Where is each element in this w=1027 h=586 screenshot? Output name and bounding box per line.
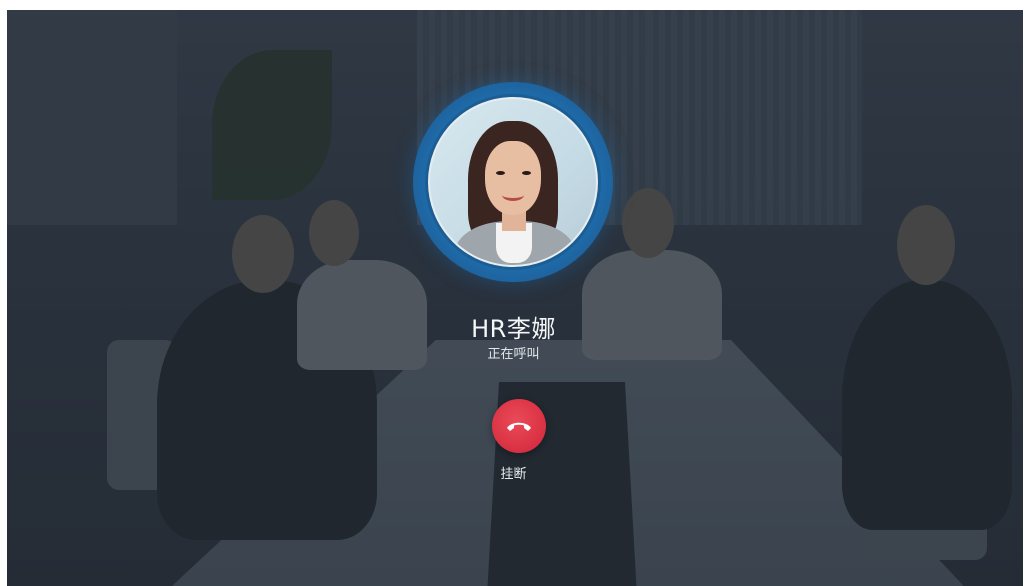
phone-hangup-icon [507,422,531,431]
avatar-ring [413,82,613,282]
avatar-face [485,141,541,215]
avatar-smile [502,189,524,201]
caller-name: HR李娜 [471,315,556,343]
call-status: 正在呼叫 [487,347,540,362]
avatar-eye [496,171,505,175]
hangup-button[interactable] [492,399,546,453]
avatar-eye [522,171,531,175]
hangup-label: 挂断 [500,467,527,482]
caller-avatar [428,97,598,267]
